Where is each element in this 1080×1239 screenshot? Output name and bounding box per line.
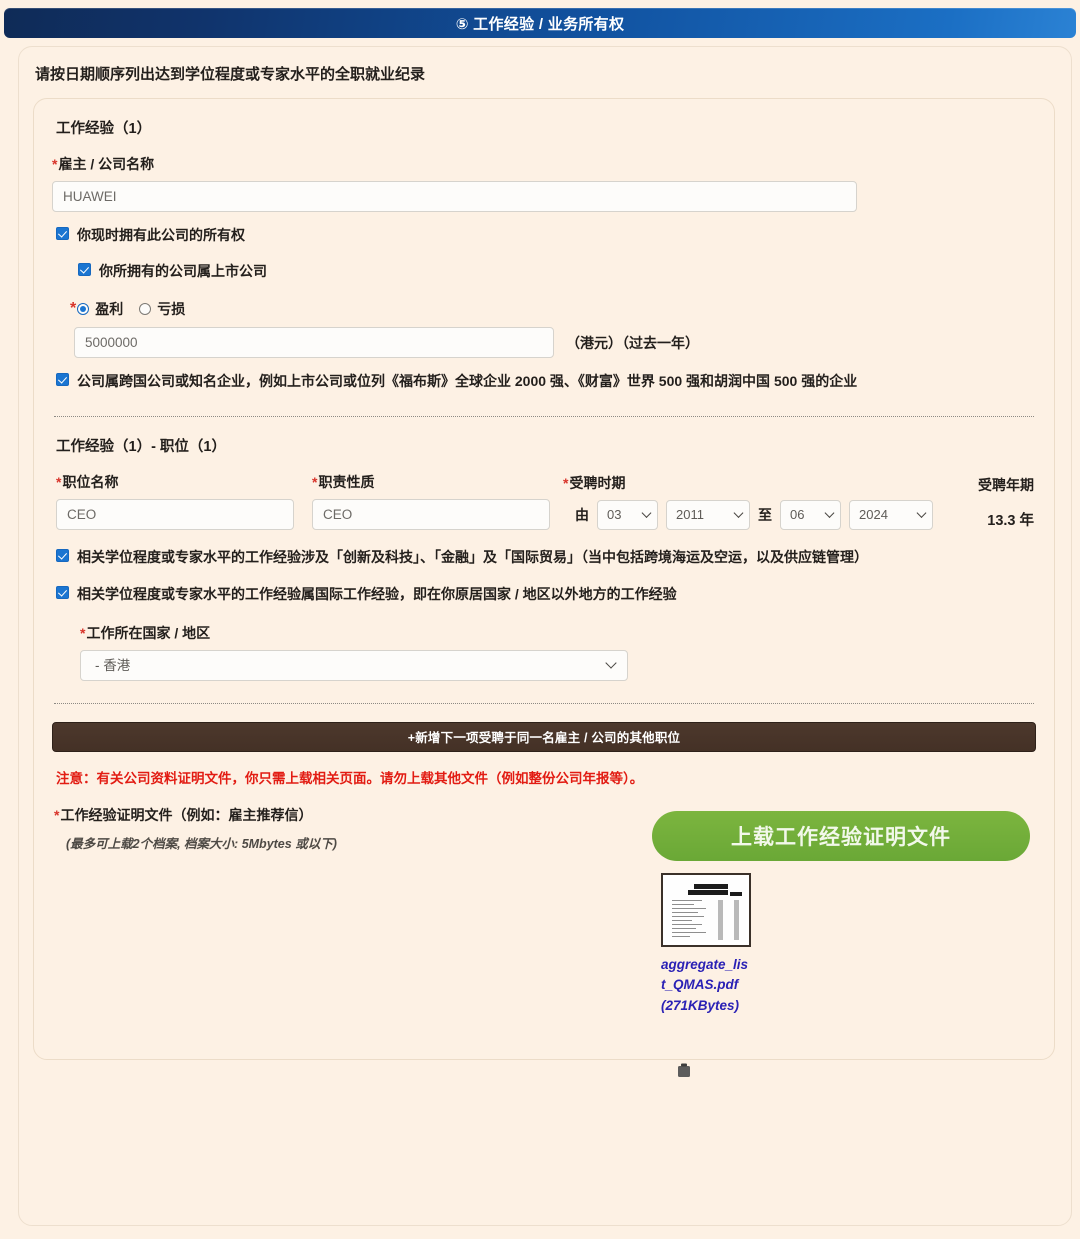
from-word: 由 [575, 506, 589, 523]
checkbox-checked-icon[interactable] [56, 586, 69, 600]
checkbox-checked-icon[interactable] [56, 227, 69, 240]
position-nature-label: *职责性质 [312, 472, 550, 492]
work-country-label: *工作所在国家 / 地区 [80, 623, 1036, 643]
position-nature-group: *职责性质 [312, 472, 550, 530]
to-year-wrap: 200920102011201220132022202320242025 [849, 499, 933, 530]
tenure-label: 受聘年期 [978, 476, 1034, 493]
position-title-label-text: 职位名称 [62, 473, 119, 490]
required-mark: * [70, 300, 77, 318]
position-title-group: *职位名称 [56, 472, 294, 530]
ownership-checkbox-label: 你现时拥有此公司的所有权 [77, 227, 245, 243]
from-year-wrap: 200920102011201220132022202320242025 [666, 499, 750, 530]
required-mark: * [563, 474, 569, 491]
to-month-wrap: 010203040506070809101112 [780, 499, 841, 530]
section-header: ⑤ 工作经验 / 业务所有权 [4, 8, 1076, 38]
from-year-select[interactable]: 200920102011201220132022202320242025 [666, 499, 750, 530]
employment-period-label: *受聘时期 [563, 473, 978, 493]
position-fields-row: *职位名称 *职责性质 *受聘时期 由 01020304050607080910… [56, 472, 1036, 530]
checkbox-checked-icon[interactable] [78, 262, 91, 276]
checkbox-checked-icon[interactable] [56, 548, 69, 562]
proof-upload-area: *工作经验证明文件（例如：雇主推荐信） (最多可上载2个档案, 档案大小: 5M… [52, 805, 1036, 1077]
employment-period-controls: 由 010203040506070809101112 2009201020112… [563, 499, 978, 530]
international-checkbox-label: 相关学位程度或专家水平的工作经验属国际工作经验，即在你原居国家 / 地区以外地方… [77, 586, 677, 603]
required-mark: * [80, 624, 86, 641]
ownership-checkbox-row[interactable]: 你现时拥有此公司的所有权 [56, 224, 1036, 248]
listed-company-checkbox-row[interactable]: 你所拥有的公司属上市公司 [78, 260, 1036, 284]
pdf-document-thumbnail-icon[interactable] [661, 872, 751, 947]
position-nature-label-text: 职责性质 [318, 473, 375, 490]
listed-company-checkbox-label: 你所拥有的公司属上市公司 [99, 262, 267, 279]
currency-note: （港元）（过去一年） [566, 334, 699, 351]
required-mark: * [56, 473, 62, 490]
work-experience-panel: 请按日期顺序列出达到学位程度或专家水平的全职就业纪录 工作经验（1） *雇主 /… [18, 46, 1072, 1226]
work-country-group: *工作所在国家 / 地区 - 香港- 中国内地- 澳门- 台湾- 新加坡 [80, 623, 1036, 681]
position-block-title: 工作经验（1）- 职位（1） [56, 438, 226, 455]
upload-proof-button[interactable]: 上载工作经验证明文件 [652, 810, 1030, 861]
from-month-select[interactable]: 010203040506070809101112 [597, 499, 658, 530]
innovation-checkbox-row[interactable]: 相关学位程度或专家水平的工作经验涉及「创新及科技」、「金融」及「国际贸易」（当中… [56, 546, 1036, 570]
uploaded-file-item[interactable]: aggregate_list_QMAS.pdf (271KBytes) [657, 872, 757, 1077]
radio-profit-selected-icon[interactable] [77, 303, 90, 316]
position-nature-input[interactable] [312, 498, 550, 530]
radio-loss-icon[interactable] [139, 303, 152, 316]
experience-entry-card: 工作经验（1） *雇主 / 公司名称 你现时拥有此公司的所有权 你所拥有的公司属… [33, 98, 1055, 1077]
to-word: 至 [758, 506, 772, 523]
tenure-group: 受聘年期 13.3 年 [978, 475, 1036, 530]
employment-period-group: *受聘时期 由 010203040506070809101112 2009201… [563, 473, 978, 530]
position-title-input[interactable] [56, 498, 294, 530]
profit-amount-input[interactable] [74, 327, 554, 359]
international-checkbox-row[interactable]: 相关学位程度或专家水平的工作经验属国际工作经验，即在你原居国家 / 地区以外地方… [56, 583, 1036, 607]
work-country-select[interactable]: - 香港- 中国内地- 澳门- 台湾- 新加坡 [80, 649, 628, 681]
position-title-label: *职位名称 [56, 472, 294, 492]
multinational-checkbox-label: 公司属跨国公司或知名企业，例如上市公司或位列《福布斯》全球企业 2000 强、《… [77, 373, 858, 390]
employment-period-label-text: 受聘时期 [569, 474, 626, 491]
section-instruction: 请按日期顺序列出达到学位程度或专家水平的全职就业纪录 [35, 66, 426, 83]
employer-name-label: *雇主 / 公司名称 [52, 154, 1036, 174]
required-mark: * [52, 156, 58, 172]
delete-icon[interactable] [675, 1061, 693, 1079]
divider [54, 702, 1034, 704]
add-another-position-button[interactable]: +新增下一项受聘于同一名雇主 / 公司的其他职位 [52, 721, 1036, 752]
innovation-checkbox-label: 相关学位程度或专家水平的工作经验涉及「创新及科技」、「金融」及「国际贸易」（当中… [77, 548, 868, 565]
upload-label-text: 工作经验证明文件（例如：雇主推荐信） [60, 806, 313, 823]
from-month-wrap: 010203040506070809101112 [597, 499, 658, 530]
profit-amount-row: （港元）（过去一年） [52, 327, 1036, 359]
experience-block-title: 工作经验（1） [56, 121, 152, 137]
section-header-title: ⑤ 工作经验 / 业务所有权 [455, 15, 625, 33]
divider [54, 415, 1034, 417]
required-mark: * [312, 473, 318, 490]
radio-loss-label: 亏损 [157, 301, 186, 318]
to-month-select[interactable]: 010203040506070809101112 [780, 499, 841, 530]
tenure-value: 13.3 年 [987, 512, 1034, 529]
required-mark: * [54, 806, 60, 823]
employer-name-label-text: 雇主 / 公司名称 [58, 156, 155, 172]
employer-name-input[interactable] [52, 181, 857, 212]
upload-warning-note: 注意：有关公司资料证明文件，你只需上载相关页面。请勿上载其他文件（例如整份公司年… [56, 770, 644, 786]
multinational-checkbox-row[interactable]: 公司属跨国公司或知名企业，例如上市公司或位列《福布斯》全球企业 2000 强、《… [56, 370, 1036, 394]
document-preview [666, 877, 746, 942]
work-country-label-text: 工作所在国家 / 地区 [86, 624, 211, 641]
work-country-wrap: - 香港- 中国内地- 澳门- 台湾- 新加坡 [80, 649, 628, 681]
radio-profit-label: 盈利 [95, 301, 124, 318]
to-year-select[interactable]: 200920102011201220132022202320242025 [849, 499, 933, 530]
uploaded-file-name[interactable]: aggregate_list_QMAS.pdf (271KBytes) [661, 955, 749, 1017]
profit-loss-radio-group[interactable]: * 盈利 亏损 [70, 299, 1036, 319]
checkbox-checked-icon[interactable] [56, 373, 69, 387]
